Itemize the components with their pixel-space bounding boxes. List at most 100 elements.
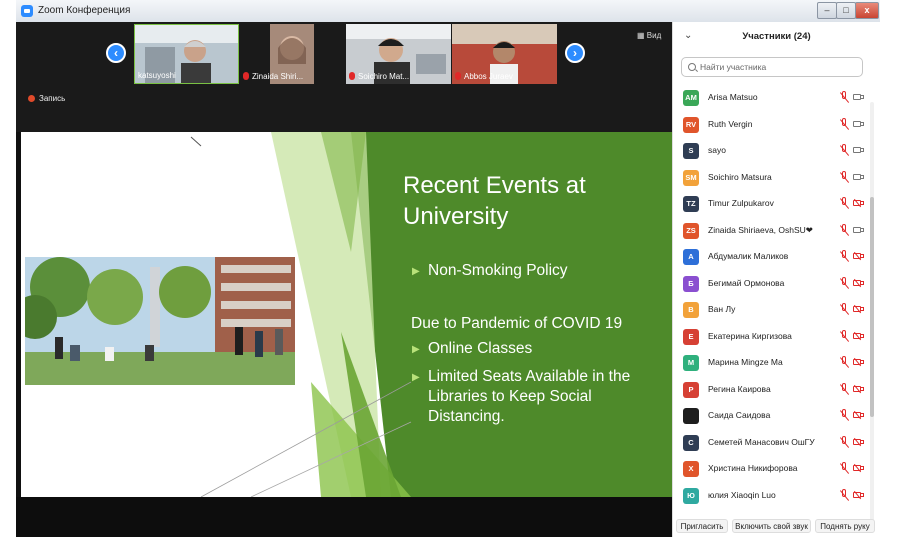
participant-row[interactable]: TZ Timur Zulpukarov: [673, 191, 869, 217]
maximize-button[interactable]: □: [836, 2, 856, 19]
video-off-icon[interactable]: [853, 332, 864, 339]
participant-row[interactable]: А Абдумалик Маликов: [673, 244, 869, 270]
video-strip: ‹ katsuyoshi Zinaida Shiri... Soichiro M…: [16, 22, 672, 132]
video-camera-icon[interactable]: [853, 226, 864, 233]
video-camera-icon[interactable]: [853, 94, 864, 100]
mic-muted-icon[interactable]: [838, 170, 850, 184]
search-input[interactable]: Найти участника: [681, 57, 863, 77]
participant-row[interactable]: Саида Саидова: [673, 403, 869, 429]
muted-mic-icon: [349, 72, 355, 80]
slide-title-line: Recent Events at: [403, 172, 586, 199]
avatar: S: [683, 143, 699, 159]
participants-scrollbar[interactable]: [870, 102, 874, 522]
participant-name: Марина Mingze Ma: [708, 357, 783, 367]
search-icon: [688, 63, 696, 71]
view-button[interactable]: ▦ Вид: [637, 31, 661, 40]
slide-bullet-line: Libraries to Keep Social: [428, 388, 592, 405]
video-off-icon[interactable]: [853, 279, 864, 286]
mic-muted-icon[interactable]: [838, 249, 850, 263]
video-off-icon[interactable]: [853, 412, 864, 418]
video-camera-icon[interactable]: [853, 120, 864, 127]
participant-row[interactable]: Е Екатерина Киргизова: [673, 324, 869, 350]
mic-muted-icon[interactable]: [838, 302, 850, 316]
participant-name: katsuyoshi: [138, 71, 176, 80]
video-off-icon[interactable]: [853, 200, 864, 206]
mic-muted-icon[interactable]: [838, 488, 850, 502]
minimize-button[interactable]: –: [817, 2, 837, 19]
participant-name: Ван Лу: [708, 304, 736, 314]
shared-slide: Recent Events at University ▶ Non-Smokin…: [21, 132, 672, 497]
participant-name: sayo: [708, 145, 726, 155]
participant-row[interactable]: AM Arisa Matsuo: [673, 85, 869, 111]
scrollbar-thumb[interactable]: [870, 197, 874, 417]
mic-muted-icon[interactable]: [838, 90, 850, 104]
participant-name: Soichiro Mat...: [349, 72, 409, 81]
participant-row[interactable]: С Семетей Манасович ОшГУ: [673, 430, 869, 456]
video-tile[interactable]: Soichiro Mat...: [346, 24, 451, 84]
participant-name: Христина Никифорова: [708, 463, 798, 473]
mic-muted-icon[interactable]: [838, 435, 850, 449]
video-tile[interactable]: Zinaida Shiri...: [240, 24, 345, 84]
close-button[interactable]: x: [855, 2, 879, 19]
slide-bullet: Limited Seats Available in the Libraries…: [428, 367, 630, 427]
prev-page-button[interactable]: ‹: [106, 43, 126, 63]
video-off-icon[interactable]: [853, 465, 864, 471]
participant-row[interactable]: М Марина Mingze Ma: [673, 350, 869, 376]
video-tile[interactable]: katsuyoshi: [134, 24, 239, 84]
avatar: Р: [683, 381, 699, 398]
video-camera-icon[interactable]: [853, 147, 864, 153]
slide-bullet: Non-Smoking Policy: [428, 262, 568, 279]
participant-row[interactable]: В Ван Лу: [673, 297, 869, 323]
window-title: Zoom Конференция: [38, 5, 131, 16]
mic-muted-icon[interactable]: [838, 329, 850, 343]
recording-indicator: Запись: [28, 94, 65, 103]
participant-row[interactable]: ZS Zinaida Shiriaeva, OshSU❤: [673, 218, 869, 244]
bullet-arrow-icon: ▶: [412, 266, 420, 277]
participant-name: Abbos Juraev: [455, 72, 513, 81]
mic-muted-icon[interactable]: [838, 276, 850, 290]
video-off-icon[interactable]: [853, 438, 864, 445]
mic-muted-icon[interactable]: [838, 382, 850, 396]
unmute-self-button[interactable]: Включить свой звук: [732, 519, 811, 533]
avatar: Б: [683, 275, 699, 292]
participant-row[interactable]: Ssayo: [673, 138, 869, 164]
participant-row[interactable]: Б Бегимай Ормонова: [673, 271, 869, 297]
avatar: AM: [683, 90, 699, 106]
mic-muted-icon[interactable]: [838, 461, 850, 475]
mic-muted-icon[interactable]: [838, 408, 850, 422]
video-off-icon[interactable]: [853, 306, 864, 312]
muted-mic-icon: [455, 72, 461, 80]
grid-icon: ▦: [637, 31, 645, 40]
participant-row[interactable]: Ююлия Xiaoqin Luo: [673, 483, 869, 509]
raise-hand-button[interactable]: Поднять руку: [815, 519, 875, 533]
video-off-icon[interactable]: [853, 491, 864, 498]
mic-muted-icon[interactable]: [838, 196, 850, 210]
participant-row[interactable]: Х Христина Никифорова: [673, 456, 869, 482]
participant-row[interactable]: Р Регина Каирова: [673, 377, 869, 403]
participant-name: Регина Каирова: [708, 383, 771, 394]
video-off-icon[interactable]: [853, 359, 864, 365]
mic-muted-icon[interactable]: [838, 143, 850, 157]
video-camera-icon[interactable]: [853, 173, 864, 180]
participant-name: Ruth Vergin: [708, 118, 753, 129]
video-off-icon[interactable]: [853, 253, 864, 259]
participant-name: юлия Xiaoqin Luo: [708, 489, 776, 500]
video-tile[interactable]: Abbos Juraev: [452, 24, 557, 84]
slide-title: Recent Events at University: [403, 170, 653, 232]
avatar: Ю: [683, 487, 699, 504]
meeting-controls-bar: [16, 497, 672, 537]
avatar: RV: [683, 116, 699, 133]
avatar: С: [683, 434, 699, 451]
mic-muted-icon[interactable]: [838, 223, 850, 237]
participants-header: ⌄ Участники (24): [673, 22, 880, 52]
zoom-logo-icon: [21, 5, 33, 17]
invite-button[interactable]: Пригласить: [676, 519, 728, 533]
avatar: TZ: [683, 196, 699, 212]
participants-title: Участники (24): [742, 31, 811, 42]
video-off-icon[interactable]: [853, 385, 864, 392]
mic-muted-icon[interactable]: [838, 355, 850, 369]
participant-row[interactable]: RV Ruth Vergin: [673, 112, 869, 138]
next-page-button[interactable]: ›: [565, 43, 585, 63]
participant-row[interactable]: SM Soichiro Matsura: [673, 165, 869, 191]
mic-muted-icon[interactable]: [838, 117, 850, 131]
